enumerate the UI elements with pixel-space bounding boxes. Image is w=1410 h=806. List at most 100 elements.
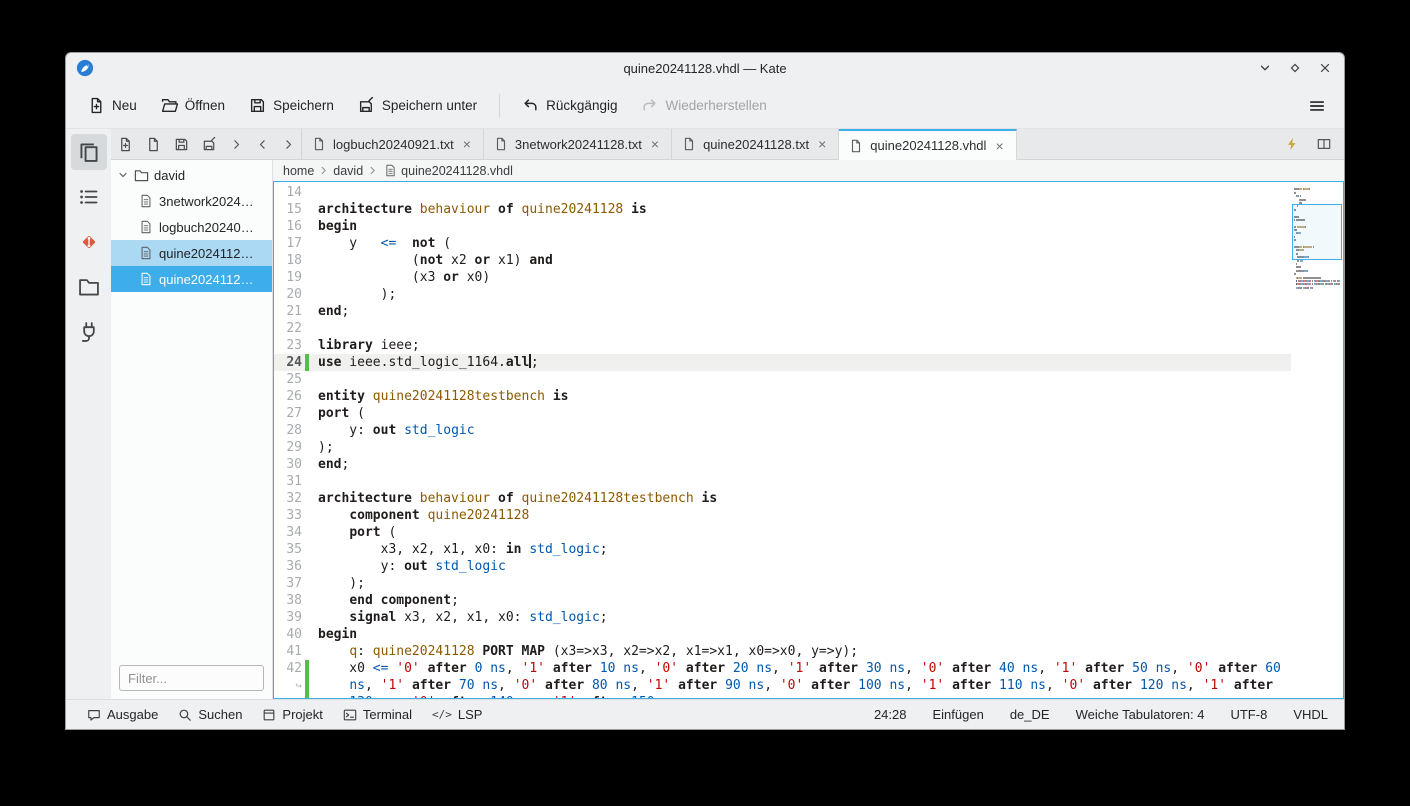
tab-close-icon[interactable]: × bbox=[816, 135, 828, 153]
maximize-button[interactable] bbox=[1286, 59, 1304, 77]
output-toggle[interactable]: Ausgabe bbox=[78, 703, 167, 726]
new-button[interactable]: Neu bbox=[78, 90, 147, 121]
tab-3network20241128-txt[interactable]: 3network20241128.txt × bbox=[484, 129, 673, 159]
doc-item-quine-vhdl[interactable]: quine2024112… bbox=[111, 266, 272, 292]
code-line[interactable]: 21 end; bbox=[274, 303, 1291, 320]
close-button[interactable] bbox=[1316, 59, 1334, 77]
breadcrumb-david[interactable]: david bbox=[333, 164, 363, 178]
code-line[interactable]: 33 component quine20241128 bbox=[274, 507, 1291, 524]
nav-back-button[interactable] bbox=[249, 129, 275, 159]
doc-item-3network[interactable]: 3network2024… bbox=[111, 188, 272, 214]
code-line[interactable]: 29); bbox=[274, 439, 1291, 456]
quick-actions-button[interactable] bbox=[1278, 137, 1306, 151]
doc-item-quine-txt[interactable]: quine2024112… bbox=[111, 240, 272, 266]
minimize-button[interactable] bbox=[1256, 59, 1274, 77]
doc-item-logbuch[interactable]: logbuch20240… bbox=[111, 214, 272, 240]
save-button[interactable]: Speichern bbox=[239, 90, 344, 121]
tab-close-icon[interactable]: × bbox=[649, 135, 661, 153]
encoding[interactable]: UTF-8 bbox=[1230, 707, 1267, 722]
title-bar[interactable]: quine20241128.vhdl — Kate bbox=[66, 53, 1344, 83]
save-as-icon bbox=[202, 137, 217, 152]
file-type[interactable]: VHDL bbox=[1293, 707, 1328, 722]
documents-panel: david 3network2024… logbuch20240… quine2… bbox=[111, 160, 273, 699]
sidebar-git-button[interactable] bbox=[71, 224, 107, 260]
minimap[interactable] bbox=[1291, 182, 1343, 698]
code-line[interactable]: 19 (x3 or x0) bbox=[274, 269, 1291, 286]
indent-mode[interactable]: Weiche Tabulatoren: 4 bbox=[1076, 707, 1205, 722]
code-line[interactable]: 20 ); bbox=[274, 286, 1291, 303]
open-button[interactable]: Öffnen bbox=[151, 90, 235, 121]
minimap-viewport[interactable] bbox=[1292, 204, 1342, 260]
tab-close-icon[interactable]: × bbox=[993, 137, 1005, 155]
code-line[interactable]: ↪ 130 ns, '0' after 140 ns, '1' after 15… bbox=[274, 694, 1291, 698]
window-title: quine20241128.vhdl — Kate bbox=[623, 60, 787, 76]
code-line[interactable]: 35 x3, x2, x1, x0: in std_logic; bbox=[274, 541, 1291, 558]
lsp-toggle[interactable]: </> LSP bbox=[423, 703, 491, 726]
file-icon bbox=[384, 164, 397, 177]
save-doc-small-button[interactable] bbox=[167, 129, 195, 159]
code-line[interactable]: 38 end component; bbox=[274, 592, 1291, 609]
redo-button[interactable]: Wiederherstellen bbox=[631, 90, 776, 121]
code-line[interactable]: 15 architecture behaviour of quine2024112… bbox=[274, 201, 1291, 218]
chevron-right-icon bbox=[318, 165, 329, 176]
wrap-indicator: ↪ bbox=[274, 694, 302, 698]
sidebar-filesystem-button[interactable] bbox=[71, 269, 107, 305]
code-line[interactable]: 40 begin bbox=[274, 626, 1291, 643]
code-line[interactable]: ↪ ns, '1' after 70 ns, '0' after 80 ns, … bbox=[274, 677, 1291, 694]
save-button-label: Speichern bbox=[273, 98, 334, 113]
new-doc-small-button[interactable] bbox=[111, 129, 139, 159]
undo-button[interactable]: Rückgängig bbox=[512, 90, 627, 121]
save-as-button[interactable]: Speichern unter bbox=[348, 90, 487, 121]
code-line[interactable]: 36 y: out std_logic bbox=[274, 558, 1291, 575]
code-text: use ieee.std_logic_1164.all; bbox=[318, 354, 539, 370]
code-line[interactable]: 28 y: out std_logic bbox=[274, 422, 1291, 439]
save-as-doc-small-button[interactable] bbox=[195, 129, 223, 159]
breadcrumb-filename[interactable]: quine20241128.vhdl bbox=[401, 164, 513, 178]
code-line[interactable]: 17 y <= not ( bbox=[274, 235, 1291, 252]
code-line[interactable]: 26 entity quine20241128testbench is bbox=[274, 388, 1291, 405]
cursor-position[interactable]: 24:28 bbox=[874, 707, 907, 722]
code-line[interactable]: 32 architecture behaviour of quine2024112… bbox=[274, 490, 1291, 507]
nav-forward-button[interactable] bbox=[275, 129, 301, 159]
code-area[interactable]: 14 15 architecture behaviour of quine20241… bbox=[274, 182, 1291, 698]
tree-root-david[interactable]: david bbox=[111, 162, 272, 188]
filter-input[interactable] bbox=[119, 665, 264, 691]
tab-close-icon[interactable]: × bbox=[461, 135, 473, 153]
tab-logbuch20240921-txt[interactable]: logbuch20240921.txt × bbox=[301, 129, 484, 159]
sidebar-documents-button[interactable] bbox=[70, 134, 107, 170]
line-number: 27 bbox=[286, 406, 302, 421]
code-text: end component; bbox=[349, 593, 459, 608]
hamburger-menu-button[interactable] bbox=[1302, 91, 1332, 121]
code-line[interactable]: 22 bbox=[274, 320, 1291, 337]
code-line[interactable]: 18 (not x2 or x1) and bbox=[274, 252, 1291, 269]
code-line[interactable]: 37 ); bbox=[274, 575, 1291, 592]
open-doc-small-button[interactable] bbox=[139, 129, 167, 159]
search-toggle[interactable]: Suchen bbox=[169, 703, 251, 726]
code-line[interactable]: 23 library ieee; bbox=[274, 337, 1291, 354]
tab-overflow-button[interactable] bbox=[223, 129, 249, 159]
sidebar-external-tools-button[interactable] bbox=[71, 314, 107, 350]
code-line[interactable]: 42 x0 <= '0' after 0 ns, '1' after 10 ns… bbox=[274, 660, 1291, 677]
split-view-button[interactable] bbox=[1310, 137, 1338, 151]
code-text: x3, x2, x1, x0: in std_logic; bbox=[318, 542, 608, 557]
tab-quine20241128-vhdl[interactable]: quine20241128.vhdl × bbox=[839, 129, 1017, 160]
code-line[interactable]: 24 use ieee.std_logic_1164.all; bbox=[274, 354, 1291, 371]
breadcrumb-home[interactable]: home bbox=[283, 164, 314, 178]
code-line[interactable]: 16 begin bbox=[274, 218, 1291, 235]
terminal-toggle[interactable]: Terminal bbox=[334, 703, 421, 726]
tab-quine20241128-txt[interactable]: quine20241128.txt × bbox=[672, 129, 840, 159]
code-line[interactable]: 39 signal x3, x2, x1, x0: std_logic; bbox=[274, 609, 1291, 626]
input-mode[interactable]: Einfügen bbox=[933, 707, 984, 722]
code-line[interactable]: 41 q: quine20241128 PORT MAP (x3=>x3, x2… bbox=[274, 643, 1291, 660]
code-line[interactable]: 25 bbox=[274, 371, 1291, 388]
code-line[interactable]: 30 end; bbox=[274, 456, 1291, 473]
code-line[interactable]: 27 port ( bbox=[274, 405, 1291, 422]
project-toggle[interactable]: Projekt bbox=[253, 703, 331, 726]
code-line[interactable]: 14 bbox=[274, 184, 1291, 201]
code-line[interactable]: 31 bbox=[274, 473, 1291, 490]
sidebar-symbols-button[interactable] bbox=[71, 179, 107, 215]
dictionary[interactable]: de_DE bbox=[1010, 707, 1050, 722]
expander-chevron-down-icon[interactable] bbox=[117, 169, 129, 181]
code-line[interactable]: 34 port ( bbox=[274, 524, 1291, 541]
